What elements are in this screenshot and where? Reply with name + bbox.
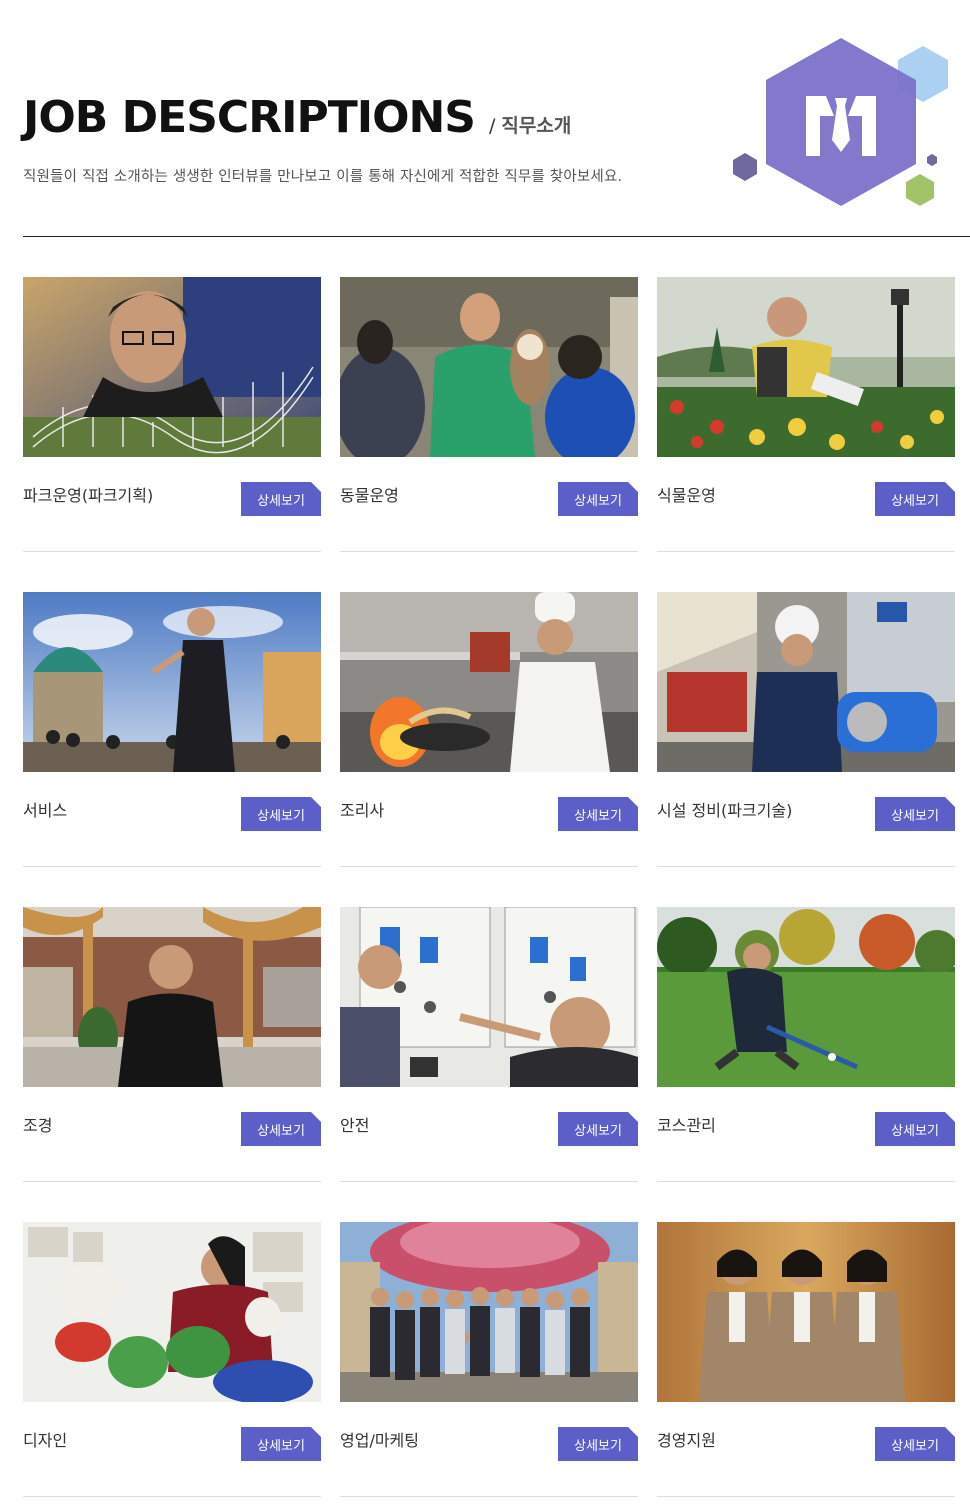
job-photo-ride-maintenance[interactable] <box>657 592 955 772</box>
detail-button[interactable]: 상세보기 <box>241 1427 321 1461</box>
job-photo-owl-keeper[interactable] <box>340 277 638 457</box>
job-name: 디자인 <box>23 1431 68 1450</box>
job-name: 조경 <box>23 1116 53 1135</box>
job-name: 서비스 <box>23 801 68 820</box>
header-divider <box>23 236 970 237</box>
job-card[interactable]: 안전 상세보기 <box>340 907 638 1182</box>
job-photo-golf-green[interactable] <box>657 907 955 1087</box>
detail-button[interactable]: 상세보기 <box>875 797 955 831</box>
job-photo-park-guide[interactable] <box>23 592 321 772</box>
job-card[interactable]: 영업/마케팅 상세보기 <box>340 1222 638 1497</box>
job-name: 영업/마케팅 <box>340 1431 419 1450</box>
job-hexagon-logo-icon <box>733 38 948 206</box>
job-card[interactable]: 조리사 상세보기 <box>340 592 638 867</box>
card-divider <box>23 1181 321 1182</box>
job-photo-plush-designer[interactable] <box>23 1222 321 1402</box>
detail-button[interactable]: 상세보기 <box>558 1427 638 1461</box>
detail-button[interactable]: 상세보기 <box>875 1112 955 1146</box>
job-card[interactable]: 경영지원 상세보기 <box>657 1222 955 1497</box>
job-name: 파크운영(파크기획) <box>23 486 154 505</box>
card-divider <box>657 1181 955 1182</box>
card-divider <box>340 866 638 867</box>
title-slash: / <box>489 115 496 137</box>
job-photo-office-staff[interactable] <box>657 1222 955 1402</box>
detail-button[interactable]: 상세보기 <box>241 482 321 516</box>
job-card[interactable]: 코스관리 상세보기 <box>657 907 955 1182</box>
job-name: 안전 <box>340 1116 370 1135</box>
card-divider <box>340 1496 638 1497</box>
job-name: 동물운영 <box>340 486 399 505</box>
job-photo-rose-garden[interactable] <box>657 277 955 457</box>
job-card[interactable]: 디자인 상세보기 <box>23 1222 321 1497</box>
detail-button[interactable]: 상세보기 <box>558 1112 638 1146</box>
job-name: 조리사 <box>340 801 385 820</box>
detail-button[interactable]: 상세보기 <box>558 797 638 831</box>
job-photo-roller-coaster-model[interactable] <box>23 277 321 457</box>
job-name: 코스관리 <box>657 1116 716 1135</box>
job-card[interactable]: 동물운영 상세보기 <box>340 277 638 552</box>
card-divider <box>23 551 321 552</box>
card-divider <box>657 1496 955 1497</box>
job-name: 경영지원 <box>657 1431 716 1450</box>
detail-button[interactable]: 상세보기 <box>241 1112 321 1146</box>
job-card[interactable]: 서비스 상세보기 <box>23 592 321 867</box>
job-card[interactable]: 파크운영(파크기획) 상세보기 <box>23 277 321 552</box>
card-divider <box>340 1181 638 1182</box>
card-divider <box>23 866 321 867</box>
detail-button[interactable]: 상세보기 <box>875 482 955 516</box>
job-photo-landscape-building[interactable] <box>23 907 321 1087</box>
job-photo-group-photo[interactable] <box>340 1222 638 1402</box>
job-card[interactable]: 식물운영 상세보기 <box>657 277 955 552</box>
card-divider <box>657 866 955 867</box>
job-name: 식물운영 <box>657 486 716 505</box>
page-header: JOB DESCRIPTIONS / 직무소개 직원들이 직접 소개하는 생생한 … <box>0 0 970 238</box>
detail-button[interactable]: 상세보기 <box>241 797 321 831</box>
job-name: 시설 정비(파크기술) <box>657 801 793 820</box>
page-subtitle: / 직무소개 <box>489 111 571 138</box>
job-card[interactable]: 시설 정비(파크기술) 상세보기 <box>657 592 955 867</box>
title-group: JOB DESCRIPTIONS / 직무소개 <box>23 96 571 140</box>
card-divider <box>657 551 955 552</box>
job-card[interactable]: 조경 상세보기 <box>23 907 321 1182</box>
job-photo-kitchen-chef[interactable] <box>340 592 638 772</box>
card-divider <box>23 1496 321 1497</box>
card-divider <box>340 551 638 552</box>
detail-button[interactable]: 상세보기 <box>875 1427 955 1461</box>
subtitle-text: 직무소개 <box>501 115 572 137</box>
detail-button[interactable]: 상세보기 <box>558 482 638 516</box>
job-photo-control-panel[interactable] <box>340 907 638 1087</box>
page-description: 직원들이 직접 소개하는 생생한 인터뷰를 만나보고 이를 통해 자신에게 적합… <box>23 169 623 185</box>
page-title: JOB DESCRIPTIONS <box>23 92 476 143</box>
